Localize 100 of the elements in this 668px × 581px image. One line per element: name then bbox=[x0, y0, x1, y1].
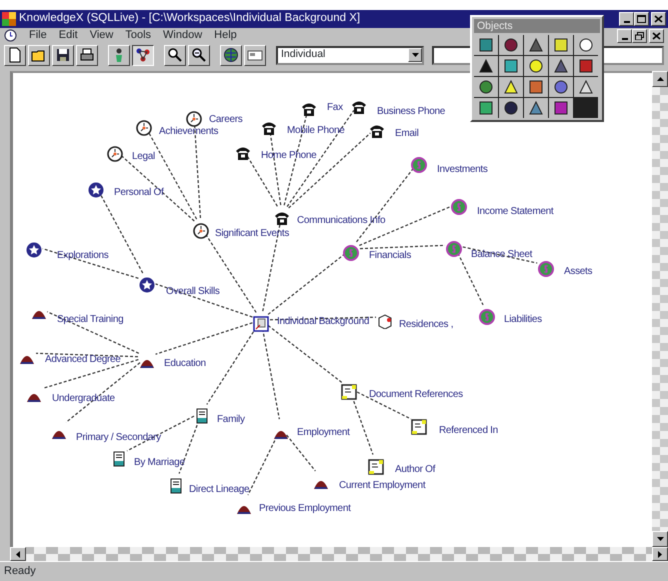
minimize-button[interactable] bbox=[619, 12, 634, 26]
menu-item[interactable]: Tools bbox=[125, 27, 152, 44]
view-dropdown[interactable]: Individual bbox=[276, 46, 424, 64]
palette-tool[interactable] bbox=[499, 56, 523, 76]
vertical-scrollbar[interactable] bbox=[652, 71, 668, 547]
shape-icon bbox=[553, 79, 569, 95]
page-icon[interactable] bbox=[168, 478, 184, 494]
scroll-down-icon bbox=[656, 537, 664, 541]
node-label[interactable]: Advanced Degree bbox=[45, 354, 121, 366]
coin-icon[interactable] bbox=[451, 198, 467, 215]
coin-icon[interactable] bbox=[479, 308, 495, 325]
node-label[interactable]: Author Of bbox=[395, 464, 436, 476]
palette-tool[interactable] bbox=[549, 77, 573, 97]
coin-icon[interactable] bbox=[411, 156, 427, 173]
shape-icon bbox=[553, 37, 569, 53]
palette-tool[interactable] bbox=[549, 98, 573, 118]
clock-icon[interactable] bbox=[107, 146, 123, 162]
horizontal-scrollbar[interactable] bbox=[10, 547, 668, 561]
node-label[interactable]: Current Employment bbox=[339, 480, 426, 492]
scroll-right-button[interactable] bbox=[652, 547, 668, 561]
node-label[interactable]: Significant Events bbox=[215, 228, 290, 240]
telephone-icon[interactable] bbox=[261, 120, 277, 136]
coin-icon[interactable] bbox=[343, 244, 359, 261]
node-label[interactable]: Previous Employment bbox=[259, 503, 351, 515]
palette-tool[interactable] bbox=[499, 98, 523, 118]
node-label[interactable]: Income Statement bbox=[477, 206, 554, 218]
toolbar-button[interactable] bbox=[132, 44, 154, 66]
node-label[interactable]: Referenced In bbox=[439, 425, 498, 437]
palette-tool[interactable] bbox=[524, 77, 548, 97]
restore-button[interactable] bbox=[632, 28, 647, 42]
node-label[interactable]: Direct Lineage bbox=[189, 484, 250, 496]
node-label[interactable]: Assets bbox=[564, 266, 592, 278]
node-label[interactable]: Legal bbox=[132, 151, 155, 163]
coin-icon[interactable] bbox=[446, 240, 462, 257]
node-label[interactable]: Family bbox=[217, 414, 245, 426]
node-label[interactable]: Fax bbox=[327, 102, 343, 114]
coin-icon[interactable] bbox=[538, 260, 554, 277]
scroll-left-button[interactable] bbox=[10, 547, 26, 561]
palette-tool[interactable] bbox=[549, 56, 573, 76]
node-label[interactable]: Financials bbox=[369, 250, 412, 262]
clock-icon[interactable] bbox=[136, 120, 152, 136]
node-label[interactable]: Careers bbox=[209, 114, 242, 126]
menu-item[interactable]: View bbox=[90, 27, 114, 44]
node-label[interactable]: Mobile Phone bbox=[287, 125, 345, 137]
node-label[interactable]: Balance Sheet bbox=[471, 249, 532, 261]
palette-tool[interactable] bbox=[574, 56, 598, 76]
note-icon[interactable] bbox=[341, 384, 357, 400]
clock-icon[interactable] bbox=[186, 110, 202, 127]
menu-item[interactable]: Window bbox=[163, 27, 202, 44]
clock-icon[interactable] bbox=[193, 222, 209, 239]
page-icon[interactable] bbox=[111, 450, 127, 467]
palette-tool[interactable] bbox=[474, 56, 498, 76]
telephone-icon[interactable] bbox=[351, 98, 367, 115]
palette-tool[interactable] bbox=[524, 56, 548, 76]
app-icon bbox=[2, 12, 16, 26]
note-icon[interactable] bbox=[368, 458, 384, 475]
node-label[interactable]: Education bbox=[164, 358, 206, 370]
frame-icon[interactable] bbox=[253, 316, 269, 332]
node-label[interactable]: Employment bbox=[297, 427, 350, 439]
telephone-icon[interactable] bbox=[274, 210, 290, 226]
node-label[interactable]: Business Phone bbox=[377, 106, 446, 118]
menu-item[interactable]: Edit bbox=[58, 27, 78, 44]
palette-tool[interactable] bbox=[524, 35, 548, 55]
palette-tool[interactable] bbox=[474, 35, 498, 55]
maximize-button[interactable] bbox=[634, 12, 649, 26]
node-label[interactable]: By Marriage bbox=[134, 457, 185, 469]
palette-tool[interactable] bbox=[499, 77, 523, 97]
scroll-up-button[interactable] bbox=[652, 71, 668, 87]
node-label[interactable]: Achievements bbox=[159, 126, 218, 138]
telephone-icon[interactable] bbox=[369, 122, 385, 139]
node-label[interactable]: Liabilities bbox=[504, 314, 542, 326]
note-icon[interactable] bbox=[411, 418, 427, 435]
maximize-icon bbox=[637, 15, 646, 23]
page-icon[interactable] bbox=[194, 408, 210, 424]
palette-tool[interactable] bbox=[499, 35, 523, 55]
telephone-icon[interactable] bbox=[235, 144, 251, 161]
scroll-right-icon bbox=[658, 550, 662, 558]
node-label[interactable]: Email bbox=[395, 128, 419, 140]
node-label[interactable]: Investments bbox=[437, 164, 488, 176]
node-label[interactable]: Residences , bbox=[399, 319, 454, 331]
node-label[interactable]: Individual Background bbox=[277, 316, 370, 328]
node-label[interactable]: Personal Of bbox=[114, 187, 164, 199]
minimize-button[interactable] bbox=[617, 28, 632, 42]
telephone-icon[interactable] bbox=[301, 100, 317, 117]
palette-tool[interactable] bbox=[474, 98, 498, 118]
close-button[interactable] bbox=[651, 12, 666, 26]
palette-tool[interactable] bbox=[524, 98, 548, 118]
palette-tool[interactable] bbox=[574, 77, 598, 97]
palette-tool[interactable] bbox=[574, 35, 598, 55]
shape-icon bbox=[528, 100, 544, 116]
node-label[interactable]: Undergraduate bbox=[52, 393, 115, 405]
close-button[interactable] bbox=[649, 28, 664, 42]
scroll-down-button[interactable] bbox=[652, 531, 668, 547]
node-label[interactable]: Document References bbox=[369, 389, 463, 401]
palette-tool[interactable] bbox=[474, 77, 498, 97]
node-label[interactable]: Home Phone bbox=[261, 150, 316, 162]
menu-item[interactable]: File bbox=[29, 27, 47, 44]
palette-tool[interactable] bbox=[549, 35, 573, 55]
menu-item[interactable]: Help bbox=[214, 27, 237, 44]
node-label[interactable]: Communications Info bbox=[297, 215, 386, 227]
